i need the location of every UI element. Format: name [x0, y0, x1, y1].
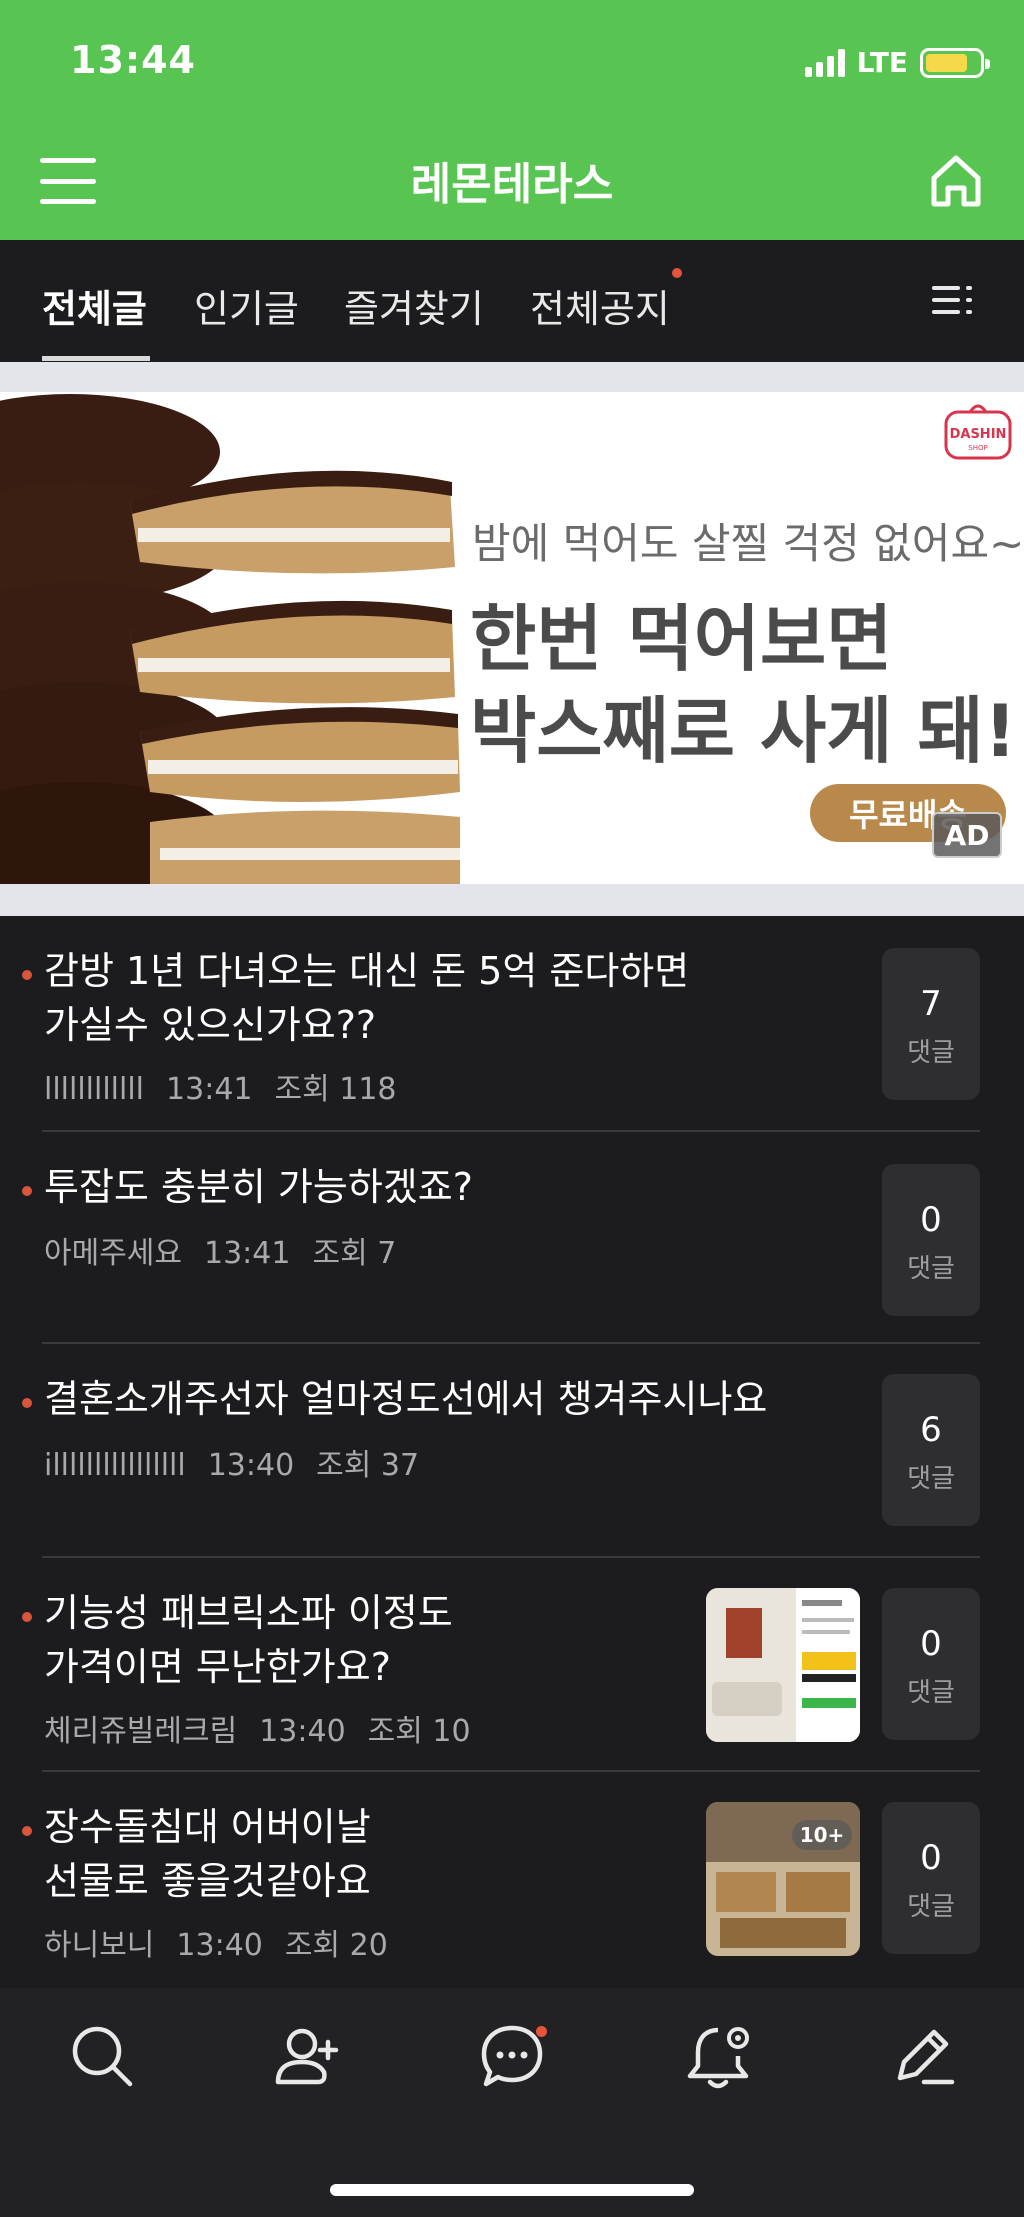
post-thumbnail[interactable] [706, 1588, 860, 1742]
post-title: 감방 1년 다녀오는 대신 돈 5억 준다하면 가실수 있으신가요?? [44, 949, 690, 1047]
post-thumbnail[interactable]: 10+ [706, 1802, 860, 1956]
list-item[interactable]: 장수돌침대 어버이날 선물로 좋을것같아요 하니보니 13:40 조회 20 10+… [0, 1772, 1024, 1988]
ad-product-image [0, 392, 470, 884]
search-icon[interactable] [66, 2020, 138, 2092]
battery-icon [920, 47, 990, 78]
page-title: 레몬테라스 [410, 159, 614, 210]
category-tabs: 전체글 인기글 즐겨찾기 전체공지 [0, 240, 1024, 362]
signal-icon [804, 48, 845, 77]
new-message-dot [536, 2026, 547, 2037]
post-title: 결혼소개주선자 얼마정도선에서 챙겨주시나요 [44, 1377, 768, 1421]
post-author: 아메주세요 [44, 1236, 182, 1271]
post-time: 13:41 [166, 1072, 253, 1107]
network-type: LTE [856, 46, 908, 79]
post-views: 조회 118 [274, 1072, 397, 1107]
write-icon[interactable] [886, 2020, 958, 2092]
post-time: 13:40 [207, 1448, 295, 1483]
post-meta: 하니보니 13:40 조회 20 [44, 1920, 410, 1964]
post-title: 투잡도 충분히 가능하겠죠? [44, 1165, 473, 1209]
add-friend-icon[interactable] [270, 2020, 342, 2092]
post-author: 하니보니 [44, 1928, 155, 1963]
tab-popular[interactable]: 인기글 [194, 278, 299, 333]
svg-text:10+: 10+ [800, 1823, 845, 1847]
tab-notices[interactable]: 전체공지 [530, 278, 670, 333]
post-meta: llllllllllll 13:41 조회 118 [44, 1064, 419, 1108]
post-time: 13:40 [176, 1928, 263, 1963]
post-author: llllllllllll [44, 1072, 145, 1107]
post-meta: 체리쥬빌레크림 13:40 조회 10 [44, 1706, 493, 1750]
home-indicator[interactable] [330, 2184, 694, 2196]
svg-text:DASHIN: DASHIN [950, 427, 1007, 442]
home-icon[interactable] [926, 150, 986, 210]
app-header: 레몬테라스 [0, 120, 1024, 240]
ad-headline-line1: 한번 먹어보면 [470, 597, 893, 681]
post-views: 조회 10 [367, 1714, 471, 1749]
comment-count-button[interactable]: 0 댓글 [882, 1588, 980, 1740]
post-meta: 아메주세요 13:41 조회 7 [44, 1228, 418, 1272]
comment-count-button[interactable]: 0 댓글 [882, 1164, 980, 1316]
tab-favorites[interactable]: 즐겨찾기 [344, 278, 484, 333]
ad-headline-line2: 박스째로 사게 돼! [470, 689, 1017, 773]
list-settings-icon[interactable] [930, 280, 976, 320]
post-views: 조회 37 [316, 1448, 420, 1483]
notification-settings-icon[interactable] [682, 2020, 754, 2092]
list-item[interactable]: 기능성 패브릭소파 이정도 가격이면 무난한가요? 체리쥬빌레크림 13:40 조회… [0, 1558, 1024, 1772]
comment-count-button[interactable]: 0 댓글 [882, 1802, 980, 1954]
comment-count-button[interactable]: 6 댓글 [882, 1374, 980, 1526]
list-item[interactable]: 결혼소개주선자 얼마정도선에서 챙겨주시나요 illllllllllllllll… [0, 1344, 1024, 1558]
post-author: 체리쥬빌레크림 [44, 1714, 238, 1749]
tab-all-posts[interactable]: 전체글 [42, 278, 147, 333]
ad-badge: AD [932, 812, 1002, 858]
post-meta: illllllllllllllll 13:40 조회 37 [44, 1440, 441, 1484]
list-item[interactable]: 감방 1년 다녀오는 대신 돈 5억 준다하면 가실수 있으신가요?? llll… [0, 916, 1024, 1132]
ad-banner[interactable]: DASHIN SHOP 밤에 먹어도 살찔 걱정 없어요~ 한번 먹어보면 박스… [0, 392, 1024, 884]
active-tab-indicator [42, 356, 150, 361]
list-item[interactable]: 투잡도 충분히 가능하겠죠? 아메주세요 13:41 조회 7 0 댓글 [0, 1132, 1024, 1344]
bottom-nav [0, 1988, 1024, 2217]
post-time: 13:40 [259, 1714, 346, 1749]
dashin-shop-logo: DASHIN SHOP [944, 404, 1012, 460]
new-notice-dot [672, 268, 682, 278]
status-indicators: LTE [804, 46, 990, 79]
svg-text:SHOP: SHOP [968, 444, 987, 452]
post-title: 기능성 패브릭소파 이정도 가격이면 무난한가요? [44, 1591, 453, 1689]
post-time: 13:41 [204, 1236, 291, 1271]
status-time: 13:44 [70, 38, 196, 82]
status-bar: 13:44 LTE [0, 0, 1024, 120]
post-title: 장수돌침대 어버이날 선물로 좋을것같아요 [44, 1805, 371, 1903]
post-views: 조회 20 [284, 1928, 388, 1963]
comment-count-button[interactable]: 7 댓글 [882, 948, 980, 1100]
ad-subtitle: 밤에 먹어도 살찔 걱정 없어요~ [472, 519, 1024, 568]
post-author: illllllllllllllll [44, 1448, 186, 1483]
post-views: 조회 7 [312, 1236, 397, 1271]
